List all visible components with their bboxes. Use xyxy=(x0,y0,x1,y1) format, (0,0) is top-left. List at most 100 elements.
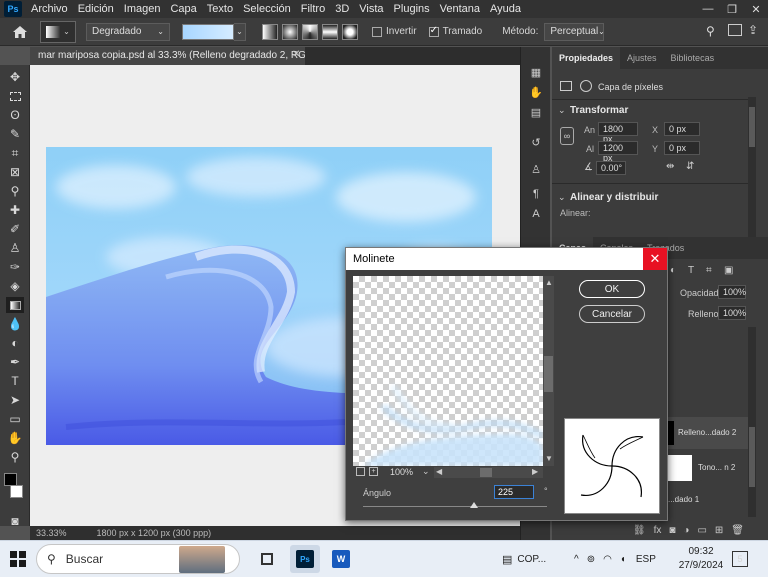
menu-edicion[interactable]: Edición xyxy=(73,3,119,15)
scroll-thumb[interactable] xyxy=(480,468,492,477)
paragraph-icon[interactable]: ¶ xyxy=(529,187,543,201)
tab-propiedades[interactable]: Propiedades xyxy=(552,47,621,69)
menu-3d[interactable]: 3D xyxy=(330,3,354,15)
type-tool-icon[interactable]: T xyxy=(6,373,24,389)
crop-tool-icon[interactable]: ⌗ xyxy=(6,145,24,161)
tab-ajustes[interactable]: Ajustes xyxy=(620,47,664,69)
path-select-tool-icon[interactable]: ➤ xyxy=(6,392,24,408)
blur-tool-icon[interactable]: 💧 xyxy=(6,316,24,332)
angle-field[interactable]: 225 xyxy=(494,485,534,499)
invert-checkbox[interactable] xyxy=(372,26,382,37)
preview-vertical-scrollbar[interactable]: ▲ ▼ xyxy=(543,276,554,466)
history-icon[interactable]: ↺ xyxy=(529,135,543,149)
menu-archivo[interactable]: Archivo xyxy=(26,3,73,15)
ok-button[interactable]: OK xyxy=(579,280,645,298)
menu-texto[interactable]: Texto xyxy=(202,3,238,15)
character-icon[interactable]: A xyxy=(529,207,543,221)
menu-seleccion[interactable]: Selección xyxy=(238,3,296,15)
angle-slider-track[interactable] xyxy=(363,506,547,507)
menu-vista[interactable]: Vista xyxy=(354,3,388,15)
healing-brush-tool-icon[interactable]: ✚ xyxy=(6,202,24,218)
link-icon[interactable]: ∞ xyxy=(560,127,574,145)
linear-gradient-button[interactable] xyxy=(262,23,278,40)
home-icon[interactable] xyxy=(0,18,40,46)
tool-preset-picker[interactable]: ⌄ xyxy=(40,20,76,43)
windows-start-icon[interactable] xyxy=(10,551,26,567)
volume-icon[interactable]: ◖ xyxy=(620,554,626,565)
zoom-tool-icon[interactable]: ⚲ xyxy=(6,449,24,465)
eyedropper-tool-icon[interactable]: ⚲ xyxy=(6,183,24,199)
x-field[interactable]: 0 px xyxy=(664,122,700,136)
marquee-tool-icon[interactable] xyxy=(6,88,24,104)
arrow-right-icon[interactable]: ▶ xyxy=(532,467,538,476)
language-indicator[interactable]: ESP xyxy=(636,554,656,565)
eraser-tool-icon[interactable]: ◈ xyxy=(6,278,24,294)
hand-tool-icon[interactable]: ✋ xyxy=(6,430,24,446)
wifi-icon[interactable]: ◠ xyxy=(603,554,612,565)
height-field[interactable]: 1200 px xyxy=(598,141,638,163)
flip-vertical-icon[interactable]: ⇵ xyxy=(686,161,694,172)
scroll-thumb[interactable] xyxy=(544,356,553,392)
network-icon[interactable]: ⊚ xyxy=(587,554,595,565)
arrow-left-icon[interactable]: ◀ xyxy=(436,467,442,476)
quick-select-tool-icon[interactable]: ✎ xyxy=(6,126,24,142)
move-tool-icon[interactable]: ✥ xyxy=(6,69,24,85)
shape-filter-icon[interactable]: ⌗ xyxy=(706,265,712,276)
pixel-filter-icon[interactable]: ◐ xyxy=(670,265,676,276)
rotation-field[interactable]: 0.00° xyxy=(596,161,626,175)
preview-zoom-value[interactable]: 100% xyxy=(390,467,413,477)
diamond-gradient-button[interactable] xyxy=(342,23,358,40)
cancel-button[interactable]: Cancelar xyxy=(579,305,645,323)
arrow-down-icon[interactable]: ▼ xyxy=(545,454,553,463)
new-group-icon[interactable]: ▭ xyxy=(697,525,706,536)
minimize-icon[interactable]: — xyxy=(696,0,720,18)
frame-tool-icon[interactable]: ⊠ xyxy=(6,164,24,180)
clone-stamp-tool-icon[interactable]: ♙ xyxy=(6,240,24,256)
fill-field[interactable]: 100% xyxy=(718,306,746,320)
gradient-tool-icon[interactable] xyxy=(6,297,24,313)
close-tab-icon[interactable]: ✕ xyxy=(292,49,300,60)
taskbar-search[interactable]: ⚲ Buscar xyxy=(36,544,240,574)
share-icon[interactable]: ⇪ xyxy=(748,23,758,37)
menu-ayuda[interactable]: Ayuda xyxy=(485,3,526,15)
properties-scrollbar[interactable] xyxy=(749,107,755,147)
close-icon[interactable]: ✕ xyxy=(643,248,667,270)
preview-horizontal-scrollbar[interactable]: ◀ ▶ xyxy=(434,467,543,478)
reflected-gradient-button[interactable] xyxy=(322,23,338,40)
angle-slider-thumb[interactable] xyxy=(470,502,478,508)
gradient-swatch[interactable] xyxy=(182,23,234,40)
histogram-icon[interactable]: ▦ xyxy=(529,65,543,79)
notifications-icon[interactable]: 5 xyxy=(732,551,748,567)
layers-scrollbar[interactable] xyxy=(749,427,755,487)
copilot-tray[interactable]: ▤ COP... xyxy=(502,541,546,577)
adjustment-layer-icon[interactable]: ◑ xyxy=(683,525,689,536)
lasso-tool-icon[interactable]: ʘ xyxy=(6,107,24,123)
zoom-out-icon[interactable] xyxy=(356,467,365,476)
word-taskbar-icon[interactable]: W xyxy=(326,545,356,573)
chevron-up-icon[interactable]: ^ xyxy=(574,554,579,565)
restore-icon[interactable]: ❐ xyxy=(720,0,744,18)
link-layers-icon[interactable]: ⛓ xyxy=(633,525,646,536)
filter-preview[interactable] xyxy=(353,276,543,466)
tab-bibliotecas[interactable]: Bibliotecas xyxy=(664,47,722,69)
gradient-type-select[interactable]: Degradado ⌄ xyxy=(86,22,170,41)
flip-horizontal-icon[interactable]: ⇹ xyxy=(666,161,674,172)
menu-imagen[interactable]: Imagen xyxy=(119,3,166,15)
photoshop-logo[interactable]: Ps xyxy=(4,1,22,17)
history-brush-tool-icon[interactable]: ✑ xyxy=(6,259,24,275)
y-field[interactable]: 0 px xyxy=(664,141,700,155)
workspace-icon[interactable] xyxy=(728,24,742,36)
dither-checkbox[interactable] xyxy=(428,25,439,37)
menu-ventana[interactable]: Ventana xyxy=(435,3,485,15)
mask-icon[interactable] xyxy=(580,80,592,92)
search-icon[interactable]: ⚲ xyxy=(706,24,715,38)
photoshop-taskbar-icon[interactable]: Ps xyxy=(290,545,320,573)
fx-icon[interactable]: fx xyxy=(654,525,662,536)
stamp-icon[interactable]: ♙ xyxy=(529,162,543,176)
add-mask-icon[interactable]: ◙ xyxy=(669,525,675,536)
dodge-tool-icon[interactable]: ◐ xyxy=(6,335,24,351)
zoom-in-icon[interactable]: + xyxy=(369,467,378,476)
trash-icon[interactable]: 🗑 xyxy=(731,525,744,536)
smart-filter-icon[interactable]: ▣ xyxy=(724,265,733,276)
comment-icon[interactable]: ▤ xyxy=(529,105,543,119)
